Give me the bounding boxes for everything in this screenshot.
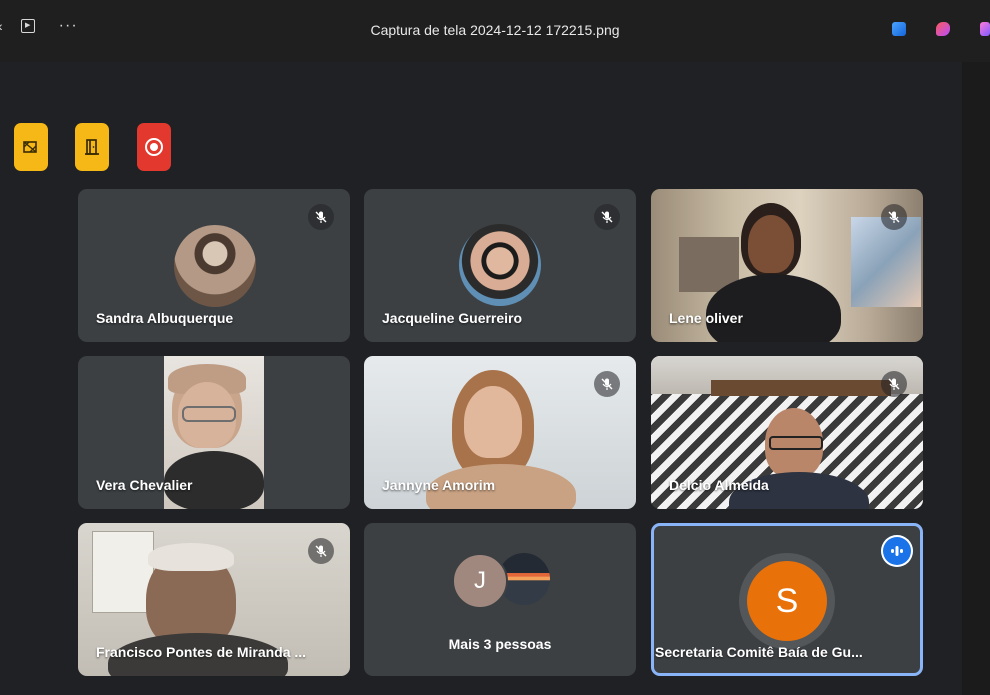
no-video-icon	[23, 141, 37, 153]
participant-name: Jannyne Amorim	[382, 477, 496, 493]
participant-name: Vera Chevalier	[96, 477, 193, 493]
titlebar-app-icons	[892, 22, 990, 36]
window-titlebar: ‹ ▶ ··· Captura de tela 2024-12-12 17221…	[0, 0, 990, 62]
avatar	[459, 224, 541, 306]
photos-app-icon[interactable]	[892, 22, 906, 36]
clipchamp-icon[interactable]	[980, 22, 990, 36]
mic-off-icon	[881, 371, 907, 397]
side-strip	[962, 62, 990, 695]
participant-tile-lene[interactable]: Lene oliver	[651, 189, 923, 342]
participant-tile-secretaria[interactable]: S Secretaria Comitê Baía de Gu...	[651, 523, 923, 676]
others-label: Mais 3 pessoas	[448, 636, 552, 652]
participant-tile-vera[interactable]: Vera Chevalier	[78, 356, 350, 509]
speaking-indicator-icon	[881, 535, 913, 567]
copilot-icon[interactable]	[936, 22, 950, 36]
participant-name: Jacqueline Guerreiro	[382, 310, 523, 326]
participant-name: Sandra Albuquerque	[96, 310, 234, 326]
participant-tile-jannyne[interactable]: Jannyne Amorim	[364, 356, 636, 509]
others-tile[interactable]: J Mais 3 pessoas	[364, 523, 636, 676]
participant-name: Lene oliver	[669, 310, 743, 326]
avatar	[174, 225, 256, 307]
exit-door-icon	[85, 139, 99, 155]
mic-off-icon	[594, 371, 620, 397]
participant-tile-francisco[interactable]: Francisco Pontes de Miranda ...	[78, 523, 350, 676]
participant-name: Delcio Almeida	[669, 477, 769, 493]
participant-tile-sandra[interactable]: Sandra Albuquerque	[78, 189, 350, 342]
participant-name: Secretaria Comitê Baía de Gu...	[655, 644, 863, 660]
participant-tile-delcio[interactable]: Delcio Almeida	[651, 356, 923, 509]
mic-off-icon	[594, 204, 620, 230]
participant-name: Francisco Pontes de Miranda ...	[96, 644, 307, 660]
record-button[interactable]	[137, 123, 171, 171]
avatar: S	[747, 561, 827, 641]
avatar: J	[452, 553, 508, 609]
mic-off-icon	[308, 538, 334, 564]
camera-off-button[interactable]	[14, 123, 48, 171]
mic-off-icon	[881, 204, 907, 230]
record-icon	[145, 138, 163, 156]
mic-off-icon	[308, 204, 334, 230]
leave-button[interactable]	[75, 123, 109, 171]
participant-tile-jacqueline[interactable]: Jacqueline Guerreiro	[364, 189, 636, 342]
window-title: Captura de tela 2024-12-12 172215.png	[370, 22, 620, 38]
